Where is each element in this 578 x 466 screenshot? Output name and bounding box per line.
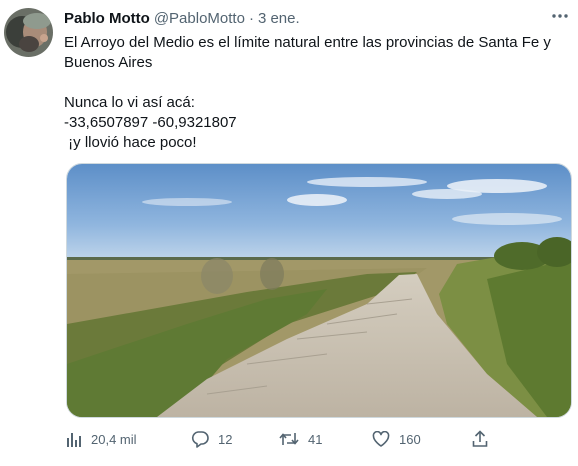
reply-button[interactable]: 12: [191, 428, 232, 450]
tweet-content: Pablo Motto @PabloMotto · 3 ene. El Arro…: [64, 8, 574, 153]
retweet-arrows-icon: [279, 433, 299, 445]
bar-chart-icon: [67, 433, 81, 447]
tweet-media-image[interactable]: [66, 163, 572, 418]
heart-icon: [372, 431, 390, 447]
reply-count: 12: [218, 431, 233, 447]
tweet-text-line: -33,6507897 -60,9321807: [64, 114, 237, 131]
avatar[interactable]: [4, 8, 53, 57]
share-upload-icon: [472, 430, 488, 447]
header-separator: ·: [248, 9, 254, 27]
tweet-text: El Arroyo del Medio es el límite natural…: [64, 33, 574, 153]
like-count: 160: [399, 431, 421, 447]
tweet-card[interactable]: Pablo Motto @PabloMotto · 3 ene. El Arro…: [0, 0, 578, 466]
author-name[interactable]: Pablo Motto: [64, 10, 150, 27]
views-button[interactable]: 20,4 mil: [66, 428, 137, 450]
share-button[interactable]: [472, 428, 488, 450]
tweet-actions: 20,4 mil 12 41 160: [66, 428, 496, 450]
views-count: 20,4 mil: [91, 431, 137, 447]
tweet-text-line: [64, 73, 574, 93]
tweet-text-line: El Arroyo del Medio es el límite natural…: [64, 34, 551, 51]
speech-bubble-icon: [191, 431, 209, 448]
retweet-button[interactable]: 41: [279, 428, 322, 450]
tweet-text-line: Nunca lo vi así acá:: [64, 94, 195, 111]
tweet-text-line: ¡y llovió hace poco!: [64, 134, 197, 151]
tweet-header: Pablo Motto @PabloMotto · 3 ene.: [64, 8, 574, 28]
tweet-text-line: Buenos Aires: [64, 54, 153, 71]
like-button[interactable]: 160: [372, 428, 421, 450]
author-handle[interactable]: @PabloMotto: [154, 10, 245, 27]
tweet-date[interactable]: 3 ene.: [258, 10, 300, 27]
more-dots-icon[interactable]: [550, 6, 570, 26]
retweet-count: 41: [308, 431, 323, 447]
